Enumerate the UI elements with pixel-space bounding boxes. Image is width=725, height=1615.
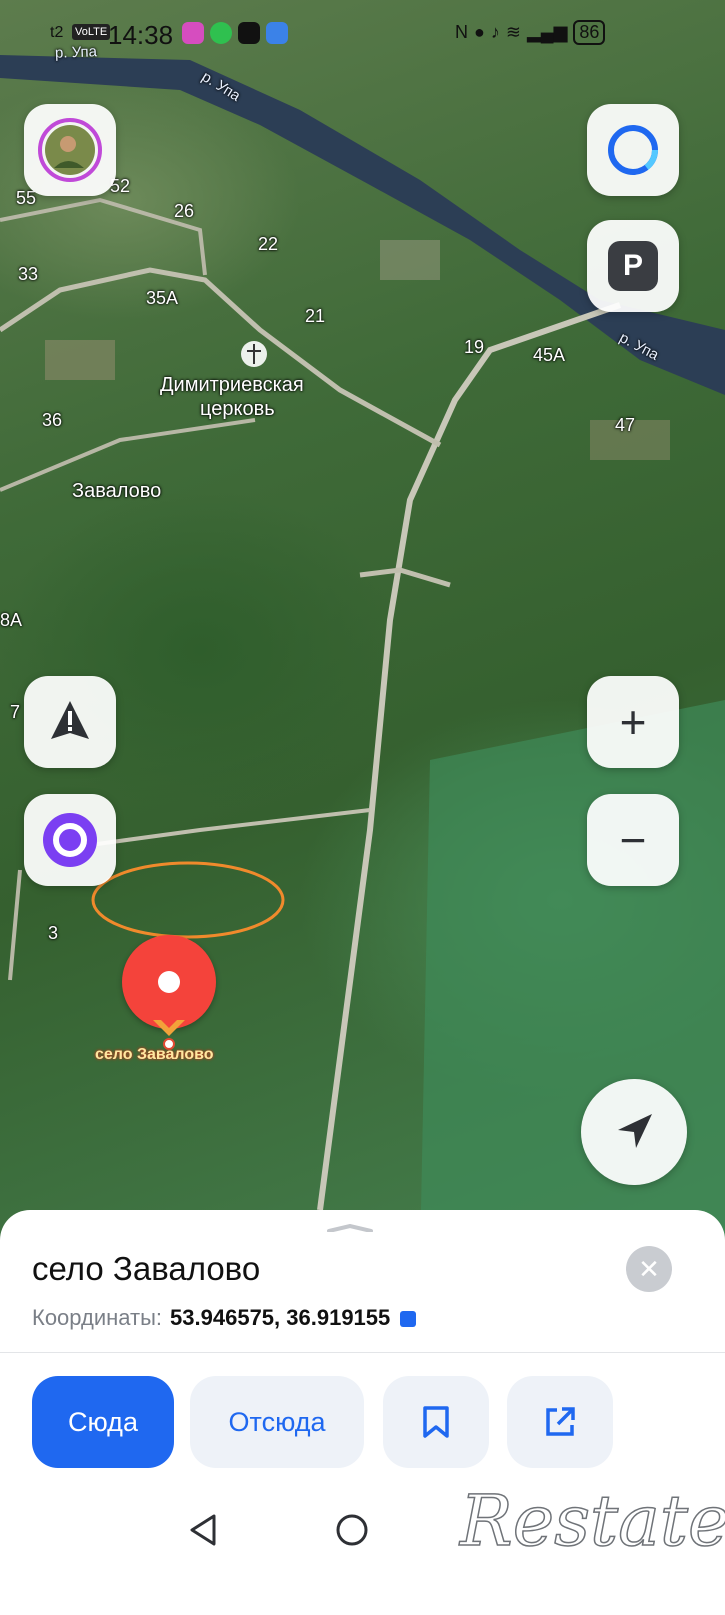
avatar-icon: [38, 118, 102, 182]
mic-icon: ♪: [490, 22, 500, 42]
house-number: 19: [464, 337, 485, 357]
location-icon: ●: [474, 22, 485, 42]
alice-assistant-icon: [43, 813, 97, 867]
navigation-arrow-icon: [618, 1114, 652, 1148]
notification-icons: [182, 22, 288, 44]
app-notification-icon: [182, 22, 204, 44]
bookmark-icon: [423, 1406, 449, 1438]
coordinates-value[interactable]: 53.946575, 36.919155: [170, 1305, 390, 1330]
house-number: 35А: [146, 288, 179, 308]
place-title: село Завалово: [32, 1250, 261, 1287]
signal-icon: ▂▄▆: [526, 22, 568, 42]
battery-indicator: 86: [573, 20, 606, 45]
coordinates-row: Координаты: 53.946575, 36.919155: [32, 1305, 417, 1331]
assistant-ring-icon: [608, 125, 658, 175]
zoom-out-button[interactable]: −: [587, 794, 679, 886]
house-number: 22: [258, 234, 279, 254]
house-number: 8А: [0, 610, 23, 630]
alice-search-button[interactable]: [587, 104, 679, 196]
sheet-handle-icon[interactable]: [327, 1224, 373, 1232]
church-label-line2[interactable]: церковь: [200, 398, 275, 421]
warning-icon: [51, 701, 89, 739]
bookmark-button[interactable]: [383, 1376, 489, 1468]
back-icon[interactable]: [186, 1512, 220, 1548]
alice-button[interactable]: [24, 794, 116, 886]
clock: 14:38: [108, 20, 174, 50]
pin-dot: [158, 971, 180, 993]
house-number: 3: [48, 923, 59, 943]
coordinates-label: Координаты:: [32, 1305, 163, 1330]
house-number: 36: [42, 410, 63, 430]
watermark-logo: Restate: [459, 1479, 725, 1563]
app-notification-icon: [266, 22, 288, 44]
house-number: 21: [305, 306, 326, 326]
house-number: 33: [18, 264, 39, 284]
parking-icon: P: [608, 241, 658, 291]
carrier-label: t2: [50, 24, 64, 41]
zoom-in-button[interactable]: +: [587, 676, 679, 768]
home-icon[interactable]: [334, 1512, 370, 1548]
church-label[interactable]: Димитриевская: [160, 374, 304, 397]
system-icons: N ● ♪ ≋ ▂▄▆ 86: [455, 20, 606, 45]
pin-label: село Завалово: [95, 1046, 214, 1063]
status-bar: t2 VoLTE 14:38 N ● ♪ ≋ ▂▄▆ 86: [0, 0, 725, 60]
copy-icon[interactable]: [400, 1311, 417, 1328]
house-number: 7: [10, 702, 21, 722]
wifi-icon: ≋: [505, 22, 521, 42]
annotation-circle: [91, 861, 285, 939]
house-number: 45А: [533, 345, 566, 365]
my-location-button[interactable]: [581, 1079, 687, 1185]
parking-button[interactable]: P: [587, 220, 679, 312]
whatsapp-icon: [210, 22, 232, 44]
village-label[interactable]: Завалово: [72, 480, 161, 503]
house-number: 47: [615, 415, 636, 435]
share-icon: [546, 1407, 575, 1436]
route-from-button[interactable]: Отсюда: [190, 1376, 364, 1468]
divider: [0, 1352, 725, 1353]
house-number: 26: [174, 201, 195, 221]
profile-button[interactable]: [24, 104, 116, 196]
tiktok-icon: [238, 22, 260, 44]
route-to-button[interactable]: Сюда: [32, 1376, 174, 1468]
network-badge: VoLTE: [72, 24, 111, 40]
close-icon: ✕: [638, 1253, 660, 1284]
nfc-icon: N: [455, 22, 468, 42]
share-button[interactable]: [507, 1376, 613, 1468]
road-alert-button[interactable]: [24, 676, 116, 768]
close-button[interactable]: ✕: [626, 1246, 672, 1292]
